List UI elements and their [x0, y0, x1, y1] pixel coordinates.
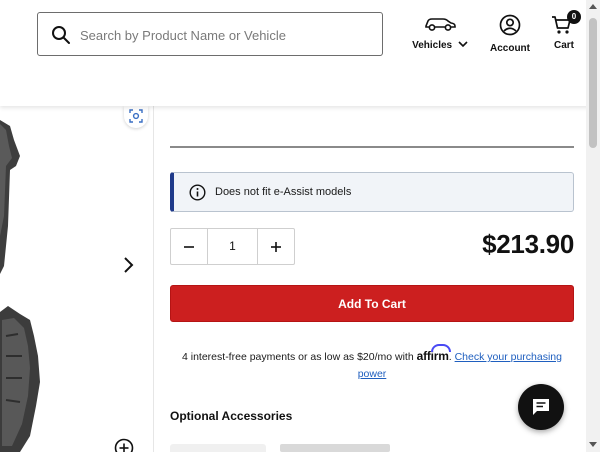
chat-icon [533, 399, 549, 415]
account-icon [499, 14, 521, 36]
chat-button[interactable] [518, 384, 564, 430]
financing-separator: . [448, 351, 452, 363]
fitment-notice-text: Does not fit e-Assist models [215, 186, 352, 198]
scroll-thumb[interactable] [589, 18, 597, 148]
fitment-notice: Does not fit e-Assist models [170, 172, 574, 212]
cart-button[interactable]: 0 Cart [549, 10, 581, 51]
quantity-value[interactable]: 1 [208, 229, 257, 264]
vehicles-menu-button[interactable]: Vehicles [410, 14, 470, 51]
chevron-down-icon [458, 41, 468, 48]
vehicles-label: Vehicles [412, 40, 453, 51]
scroll-down-arrow[interactable] [589, 442, 597, 447]
accessory-image-peek [170, 444, 266, 452]
add-to-cart-button[interactable]: Add To Cart [170, 285, 574, 322]
financing-text: 4 interest-free payments or as low as $2… [182, 351, 414, 363]
affirm-logo: affirm [417, 344, 451, 363]
page-scrollbar[interactable] [586, 0, 600, 452]
product-image-gallery[interactable] [0, 106, 154, 452]
cart-count-badge: 0 [567, 10, 581, 24]
zoom-icon [129, 109, 143, 123]
increase-quantity-button[interactable] [257, 229, 294, 264]
search-input[interactable] [78, 22, 372, 48]
account-label: Account [490, 43, 530, 54]
optional-accessories-heading: Optional Accessories [170, 409, 293, 423]
search-box[interactable] [37, 12, 383, 56]
plus-icon [271, 242, 281, 252]
product-image [0, 120, 40, 452]
product-price: $213.90 [482, 229, 574, 259]
info-icon [189, 184, 206, 201]
account-button[interactable]: Account [488, 14, 532, 54]
quantity-stepper[interactable]: 1 [170, 228, 295, 265]
minus-icon [184, 246, 194, 248]
search-icon [52, 26, 70, 44]
section-divider [170, 146, 574, 148]
scroll-up-arrow[interactable] [589, 4, 597, 9]
cart-label: Cart [553, 40, 574, 51]
chevron-right-icon[interactable] [120, 255, 136, 275]
site-header: Vehicles Account 0 Cart [0, 0, 600, 106]
car-icon [425, 18, 456, 31]
financing-message: 4 interest-free payments or as low as $2… [170, 344, 574, 383]
plus-circle-icon[interactable] [114, 438, 134, 452]
decrease-quantity-button[interactable] [171, 229, 208, 264]
accessory-title-peek [280, 444, 400, 452]
